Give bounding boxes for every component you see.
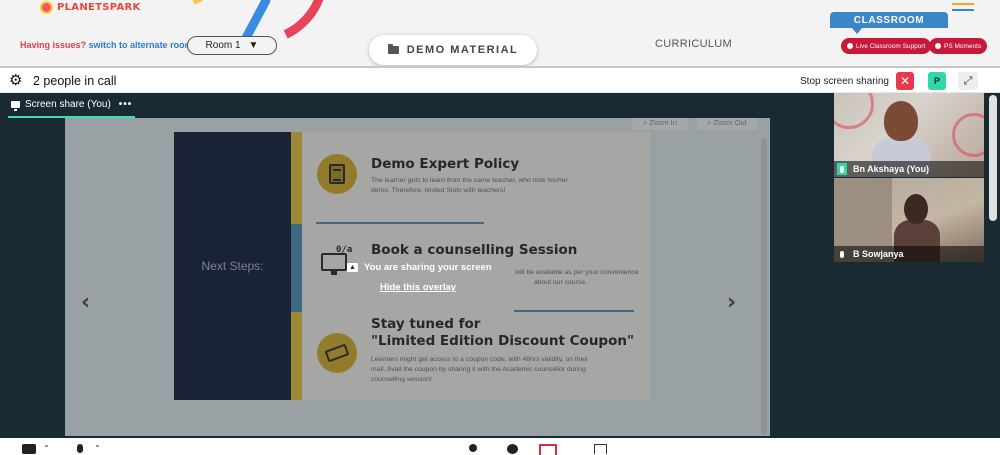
microphone-options-caret-icon[interactable]: ⌄ (94, 440, 101, 450)
body-line: counselling session! (371, 376, 432, 383)
live-support-label: Live Classroom Support (856, 42, 926, 50)
body-line: The learner gets to learn from the same … (371, 177, 568, 184)
scrollbar-thumb[interactable] (989, 95, 997, 221)
room-select[interactable]: Room 1 ▼ (187, 36, 277, 55)
participant-video-face (884, 101, 918, 141)
screen-share-toggle-icon[interactable] (539, 444, 557, 455)
alternate-room-link[interactable]: switch to alternate room (89, 40, 193, 50)
issues-notice: Having issues? switch to alternate room (20, 40, 193, 50)
title-line: Stay tuned for (371, 316, 481, 332)
classroom-tab[interactable]: CLASSROOM (830, 12, 948, 34)
share-upload-icon: ▲ (347, 263, 358, 272)
section-title: Stay tuned for "Limited Edition Discount… (371, 316, 634, 350)
zoom-in-label: Zoom In (649, 118, 677, 127)
body-line: demo. Therefore, limited Slots with teac… (371, 187, 506, 194)
logo-text: PLANETSPARK (57, 1, 141, 13)
hamburger-menu-icon[interactable] (952, 3, 974, 11)
microphone-icon (837, 248, 847, 260)
slide-left-panel: Next Steps: (174, 132, 291, 400)
section-body: The learner gets to learn from the same … (371, 176, 568, 196)
participant-video-face (904, 194, 928, 224)
section-title: Demo Expert Policy (371, 156, 520, 172)
section-title: Book a counselling Session (371, 242, 578, 258)
live-classroom-support-button[interactable]: Live Classroom Support (841, 38, 932, 54)
body-line: mail. Avail the coupon by sharing it wit… (371, 366, 586, 373)
participant-name: Bn Akshaya (You) (853, 164, 930, 174)
screen-share-icon (11, 101, 20, 111)
issues-text: Having issues? (20, 40, 87, 50)
demo-material-button[interactable]: DEMO MATERIAL (369, 35, 537, 65)
logo-mark-icon (40, 0, 53, 14)
zoom-in-button[interactable]: ⌕ Zoom In (632, 118, 688, 130)
camera-options-caret-icon[interactable]: ⌄ (43, 440, 50, 450)
gear-icon[interactable]: ⚙ (9, 73, 22, 89)
ps-moments-label: PS Moments (944, 42, 982, 50)
previous-slide-arrow[interactable]: ‹ (81, 290, 90, 315)
title-line: "Limited Edition Discount Coupon" (371, 333, 635, 349)
zoom-out-label: Zoom Out (713, 118, 747, 127)
sharing-overlay-text: You are sharing your screen (364, 262, 492, 273)
stop-sharing-label: Stop screen sharing (800, 76, 889, 87)
avatar[interactable]: P (928, 72, 946, 90)
chat-icon[interactable] (507, 444, 518, 454)
participant-tile[interactable]: Bn Akshaya (You) (834, 93, 984, 177)
tab-screen-share[interactable]: Screen share (You) ••• (8, 93, 136, 118)
next-slide-arrow[interactable]: › (727, 290, 736, 315)
more-options-icon[interactable]: ••• (119, 99, 133, 110)
shared-screen-scrollbar[interactable] (761, 138, 767, 434)
section-body: will be available as per your convenienc… (515, 268, 639, 288)
demo-material-label: DEMO MATERIAL (406, 44, 519, 56)
microphone-active-icon (837, 163, 847, 175)
participant-name-bar: Bn Akshaya (You) (834, 161, 984, 177)
camera-icon[interactable] (22, 444, 36, 454)
dropdown-caret-icon: ▼ (248, 40, 259, 51)
zoom-out-button[interactable]: ⌕ Zoom Out (697, 118, 757, 130)
fullscreen-expand-icon[interactable]: ⤢ (958, 72, 978, 90)
background-decoration (834, 93, 874, 129)
coupon-ticket-icon (317, 333, 357, 373)
participant-name: B Sowjanya (853, 249, 904, 259)
sharing-overlay-message: ▲ You are sharing your screen (347, 262, 492, 273)
policy-document-icon (317, 154, 357, 194)
ps-moments-button[interactable]: PS Moments (929, 38, 988, 54)
app-header: PLANETSPARK Having issues? switch to alt… (0, 0, 1000, 66)
meeting-stage: Screen share (You) ••• ⌕ Zoom In ⌕ Zoom … (0, 93, 1000, 438)
folder-icon (387, 44, 399, 54)
slide-stripe-gold (291, 132, 302, 224)
screen-share-tab-label: Screen share (You) (25, 99, 111, 110)
slide-divider (514, 310, 634, 312)
section-body: Learners might get access to a coupon co… (371, 355, 588, 385)
stage-tabstrip: Screen share (You) ••• (0, 93, 833, 118)
participants-icon[interactable] (469, 444, 477, 452)
bottom-toolbar: ⌄ ⌄ (0, 438, 1000, 455)
call-bar: ⚙ 2 people in call Stop screen sharing ✕… (0, 66, 1000, 93)
support-icon (847, 43, 853, 49)
body-line: Learners might get access to a coupon co… (371, 356, 589, 363)
hide-overlay-link[interactable]: Hide this overlay (380, 282, 456, 293)
slide-stripe-gold (291, 312, 302, 400)
planetspark-logo[interactable]: PLANETSPARK (40, 0, 141, 14)
background-decoration (952, 113, 984, 157)
camera-icon (935, 43, 941, 49)
next-steps-heading: Next Steps: (201, 259, 264, 273)
shared-screen: ⌕ Zoom In ⌕ Zoom Out Next Steps: Demo Ex… (65, 118, 770, 436)
layout-grid-icon[interactable] (594, 444, 607, 454)
body-line: will be available as per your convenienc… (515, 269, 639, 276)
slide-stripe-blue (291, 224, 302, 312)
participants-scrollbar[interactable] (986, 93, 1000, 438)
slide-divider (316, 222, 484, 224)
people-count: 2 people in call (33, 74, 117, 88)
body-line: about our course. (534, 279, 587, 286)
participant-name-bar: B Sowjanya (834, 246, 984, 262)
curriculum-tab[interactable]: CURRICULUM (655, 38, 732, 50)
stop-sharing-button[interactable]: ✕ (896, 72, 914, 90)
room-select-value: Room 1 (205, 40, 241, 51)
participant-tile[interactable]: B Sowjanya (834, 178, 984, 262)
